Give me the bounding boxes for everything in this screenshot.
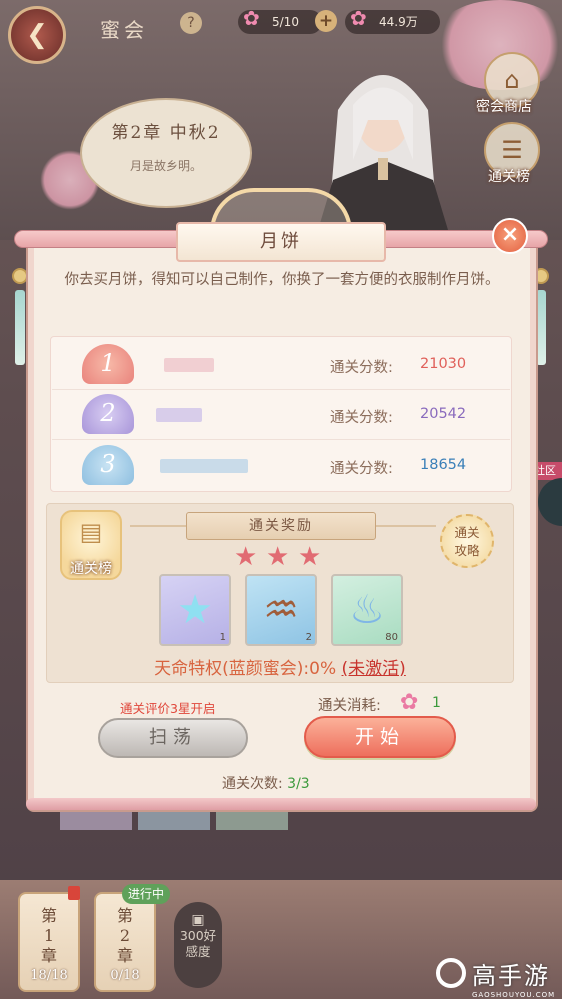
watermark-logo-icon	[436, 958, 466, 988]
coin-ornament	[12, 268, 28, 284]
level-leaderboard-label: 通关榜	[70, 561, 112, 577]
dialog-title: 月饼	[176, 222, 386, 262]
cost-value: 1	[432, 695, 441, 711]
chapter-title: 第2章 中秋2	[111, 123, 221, 143]
score-label: 通关分数:	[330, 461, 393, 477]
locked-chapter-card[interactable]: ▣ 300好 感度	[174, 902, 222, 988]
blossom-icon: ✿	[400, 690, 419, 715]
reward-item-hair-comb[interactable]: ♒ 2	[245, 574, 317, 646]
start-button[interactable]: 开始	[304, 716, 456, 758]
player-name-blurred	[156, 408, 202, 422]
rank-3-fan-icon: 3	[82, 445, 134, 485]
chapter-number: 1	[43, 926, 55, 945]
score-label: 通关分数:	[330, 410, 393, 426]
dialog-bottom-rail	[26, 798, 536, 810]
paper-strip-left	[15, 290, 25, 365]
level-guide-button[interactable]: 通关 攻略	[440, 514, 494, 568]
paper-strip-right	[536, 290, 546, 365]
score-value: 21030	[420, 356, 467, 372]
rank-number: 3	[100, 450, 116, 478]
item-count: 2	[305, 632, 312, 643]
clear-count: 通关次数: 3/3	[222, 773, 310, 793]
rank-1-fan-icon: 1	[82, 344, 134, 384]
player-name-blurred	[164, 358, 214, 372]
chapter-progress: 18/18	[30, 968, 68, 983]
chapter-char: 第	[40, 906, 57, 925]
privilege-text: 天命特权(蓝颜蜜会):0%	[154, 659, 337, 679]
chapter-char: 章	[40, 946, 57, 965]
locked-requirement: 300好	[179, 928, 217, 943]
stamina-value: 5/10	[272, 15, 299, 29]
page-title: 蜜会	[100, 18, 148, 42]
secret-shop-label: 密会商店	[476, 99, 532, 115]
back-arrow-icon: ❮	[26, 20, 48, 50]
close-icon: ×	[500, 222, 520, 247]
community-icon[interactable]	[538, 478, 562, 526]
watermark-subtitle: GAOSHOUYOU.COM	[472, 991, 556, 999]
rank-2-fan-icon: 2	[82, 394, 134, 434]
sweep-button[interactable]: 扫荡	[98, 718, 248, 758]
help-icon[interactable]: ?	[180, 12, 202, 34]
privilege-activate-link[interactable]: (未激活)	[342, 659, 406, 679]
shop-icon: ⌂	[504, 66, 520, 94]
privilege-status: 天命特权(蓝颜蜜会):0% (未激活)	[46, 654, 514, 679]
locked-requirement: 感度	[185, 944, 211, 959]
chapter-1-card[interactable]: 第 1 章 18/18	[18, 892, 80, 992]
background-item-ghost	[60, 812, 132, 830]
cost-label: 通关消耗:	[318, 698, 381, 714]
guide-label-line1: 通关	[454, 525, 480, 540]
item-count: 1	[219, 632, 226, 643]
guide-label-line2: 攻略	[454, 543, 480, 558]
ranking-row: 2 通关分数: 20542	[52, 390, 510, 440]
clear-count-value: 3/3	[287, 776, 310, 792]
chapter-2-card[interactable]: 第 2 章 0/18	[94, 892, 156, 992]
back-button[interactable]: ❮	[8, 6, 66, 64]
chapter-char: 第	[116, 906, 133, 925]
lock-icon: ▣	[191, 912, 205, 928]
ribbon-line	[130, 525, 186, 527]
rating-star-icon: ★	[298, 542, 322, 572]
player-name-blurred	[160, 459, 248, 473]
score-value: 18654	[420, 457, 467, 473]
ribbon-line	[376, 525, 436, 527]
reward-title: 通关奖励	[186, 512, 376, 540]
rank-number: 2	[100, 399, 116, 427]
blossom-icon: ✿	[243, 6, 260, 30]
ranking-row: 1 通关分数: 21030	[52, 340, 510, 390]
sweep-hint: 通关评价3星开启	[120, 701, 216, 716]
score-label: 通关分数:	[330, 360, 393, 376]
chapter-char: 章	[116, 946, 133, 965]
rank-number: 1	[100, 349, 116, 377]
background-item-ghost	[216, 812, 288, 830]
level-description: 你去买月饼，得知可以自己制作，你换了一套方便的衣服制作月饼。	[64, 272, 500, 288]
ranking-row: 3 通关分数: 18654	[52, 441, 510, 491]
add-stamina-button[interactable]: +	[315, 10, 337, 32]
blossom-currency-icon: ✿	[350, 6, 367, 30]
rating-star-icon: ★	[234, 542, 258, 572]
reward-item-star-crystal[interactable]: ★ 1	[159, 574, 231, 646]
watermark-title: 高手游	[472, 962, 550, 990]
chapter-number: 2	[119, 926, 131, 945]
bookmark-icon	[68, 886, 80, 900]
rating-star-icon: ★	[266, 542, 290, 572]
chapter-subtitle: 月是故乡明。	[129, 159, 202, 173]
chapter-progress: 0/18	[110, 968, 140, 983]
currency-value: 44.9万	[379, 15, 418, 29]
scroll-icon: ☰	[501, 136, 523, 164]
background-item-ghost	[138, 812, 210, 830]
scroll-icon: ▤	[79, 518, 103, 546]
watermark: 高手游 GAOSHOUYOU.COM	[436, 956, 555, 999]
in-progress-badge: 进行中	[122, 884, 170, 904]
score-value: 20542	[420, 406, 467, 422]
reward-item-perfume[interactable]: ♨ 80	[331, 574, 403, 646]
chapter-card[interactable]: 第2章 中秋2 月是故乡明。	[80, 98, 252, 208]
clear-count-label: 通关次数:	[222, 776, 283, 792]
close-button[interactable]: ×	[492, 218, 528, 254]
leaderboard-label: 通关榜	[488, 169, 530, 185]
item-count: 80	[385, 632, 398, 643]
